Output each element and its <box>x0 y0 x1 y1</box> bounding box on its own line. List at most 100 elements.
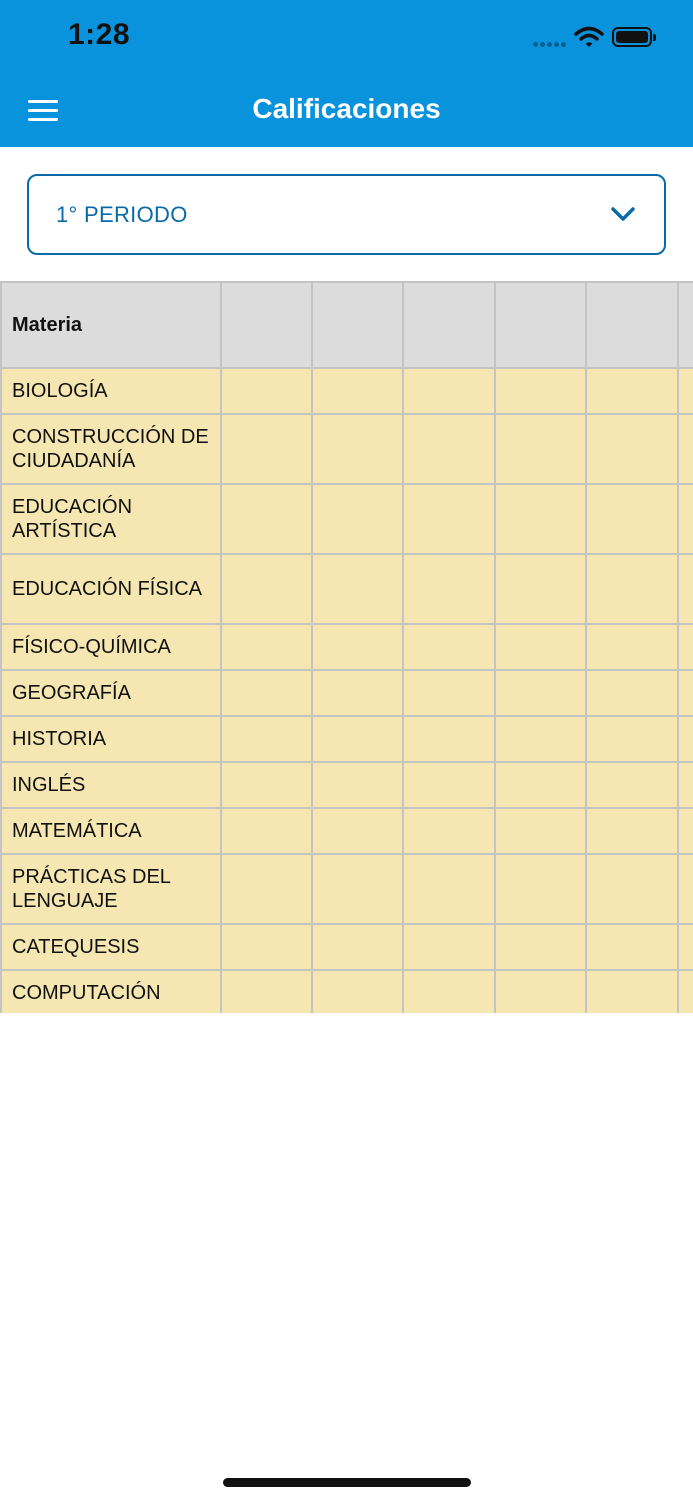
table-row: FÍSICO-QUÍMICA <box>0 623 693 671</box>
column-header-materia: Materia <box>0 281 222 369</box>
grade-cell <box>402 669 496 717</box>
chevron-down-icon <box>611 207 635 221</box>
status-time: 1:28 <box>68 18 131 51</box>
subject-cell: HISTORIA <box>0 715 222 763</box>
grade-cell <box>493 715 588 763</box>
subject-cell: FÍSICO-QUÍMICA <box>0 623 222 671</box>
grade-cell <box>676 367 693 415</box>
cellular-signal-icon <box>533 42 567 48</box>
grade-cell <box>585 413 679 485</box>
table-row: CONSTRUCCIÓN DE CIUDADANÍA <box>0 413 693 485</box>
wifi-icon <box>574 26 604 47</box>
grade-cell <box>219 923 314 971</box>
subject-cell: CATEQUESIS <box>0 923 222 971</box>
subject-cell: CONSTRUCCIÓN DE CIUDADANÍA <box>0 413 222 485</box>
grade-cell <box>493 853 588 925</box>
table-row: HISTORIA <box>0 715 693 763</box>
grade-cell <box>311 669 405 717</box>
table-row: COMPUTACIÓN <box>0 969 693 1013</box>
grade-cell <box>402 623 496 671</box>
grade-cell <box>219 853 314 925</box>
grade-cell <box>493 669 588 717</box>
column-header <box>219 281 314 369</box>
page-title: Calificaciones <box>252 93 441 124</box>
column-header <box>585 281 679 369</box>
grade-cell <box>219 807 314 855</box>
grade-cell <box>585 853 679 925</box>
subject-cell: BIOLOGÍA <box>0 367 222 415</box>
grade-cell <box>402 853 496 925</box>
grade-cell <box>493 923 588 971</box>
app-bar: 1:28 Calificaciones <box>0 0 693 147</box>
table-row: BIOLOGÍA <box>0 367 693 415</box>
grade-cell <box>402 483 496 555</box>
table-row: EDUCACIÓN ARTÍSTICA <box>0 483 693 555</box>
table-row: GEOGRAFÍA <box>0 669 693 717</box>
grade-cell <box>676 969 693 1013</box>
grade-cell <box>493 367 588 415</box>
table-header-row: Materia <box>0 281 693 369</box>
subject-cell: EDUCACIÓN FÍSICA <box>0 553 222 625</box>
grade-cell <box>585 761 679 809</box>
grade-cell <box>585 969 679 1013</box>
table-row: PRÁCTICAS DEL LENGUAJE <box>0 853 693 925</box>
grade-cell <box>219 761 314 809</box>
table-row: CATEQUESIS <box>0 923 693 971</box>
grade-cell <box>402 969 496 1013</box>
home-indicator[interactable] <box>223 1478 471 1487</box>
grades-table[interactable]: Materia BIOLOGÍA CONSTRUCCIÓN DE CIUDADA… <box>0 281 693 1013</box>
grade-cell <box>219 669 314 717</box>
grade-cell <box>676 761 693 809</box>
column-header <box>402 281 496 369</box>
grade-cell <box>493 969 588 1013</box>
subject-cell: PRÁCTICAS DEL LENGUAJE <box>0 853 222 925</box>
grade-cell <box>219 553 314 625</box>
grade-cell <box>402 367 496 415</box>
grade-cell <box>311 807 405 855</box>
period-select-value: 1° PERIODO <box>56 202 188 227</box>
grade-cell <box>493 761 588 809</box>
grade-cell <box>676 923 693 971</box>
grade-cell <box>676 413 693 485</box>
grade-cell <box>311 853 405 925</box>
grade-cell <box>219 969 314 1013</box>
grade-cell <box>219 623 314 671</box>
subject-cell: GEOGRAFÍA <box>0 669 222 717</box>
grade-cell <box>311 715 405 763</box>
grade-cell <box>311 969 405 1013</box>
grade-cell <box>676 715 693 763</box>
grades-grid: Materia BIOLOGÍA CONSTRUCCIÓN DE CIUDADA… <box>0 281 693 1013</box>
subject-cell: MATEMÁTICA <box>0 807 222 855</box>
grade-cell <box>219 483 314 555</box>
column-header <box>311 281 405 369</box>
grade-cell <box>402 553 496 625</box>
grade-cell <box>493 483 588 555</box>
grade-cell <box>402 807 496 855</box>
grade-cell <box>493 413 588 485</box>
table-row: INGLÉS <box>0 761 693 809</box>
grade-cell <box>585 367 679 415</box>
grade-cell <box>493 623 588 671</box>
grade-cell <box>585 553 679 625</box>
grade-cell <box>676 807 693 855</box>
grade-cell <box>585 923 679 971</box>
subject-cell: COMPUTACIÓN <box>0 969 222 1013</box>
grade-cell <box>311 367 405 415</box>
grade-cell <box>585 715 679 763</box>
grade-cell <box>493 553 588 625</box>
grade-cell <box>219 715 314 763</box>
grade-cell <box>585 807 679 855</box>
grade-cell <box>402 715 496 763</box>
grade-cell <box>402 413 496 485</box>
grade-cell <box>311 761 405 809</box>
grade-cell <box>311 483 405 555</box>
grade-cell <box>311 413 405 485</box>
period-select[interactable]: 1° PERIODO <box>27 174 666 255</box>
table-row: MATEMÁTICA <box>0 807 693 855</box>
column-header <box>676 281 693 369</box>
battery-icon <box>612 27 656 47</box>
subject-cell: EDUCACIÓN ARTÍSTICA <box>0 483 222 555</box>
subject-cell: INGLÉS <box>0 761 222 809</box>
column-header <box>493 281 588 369</box>
grade-cell <box>311 553 405 625</box>
